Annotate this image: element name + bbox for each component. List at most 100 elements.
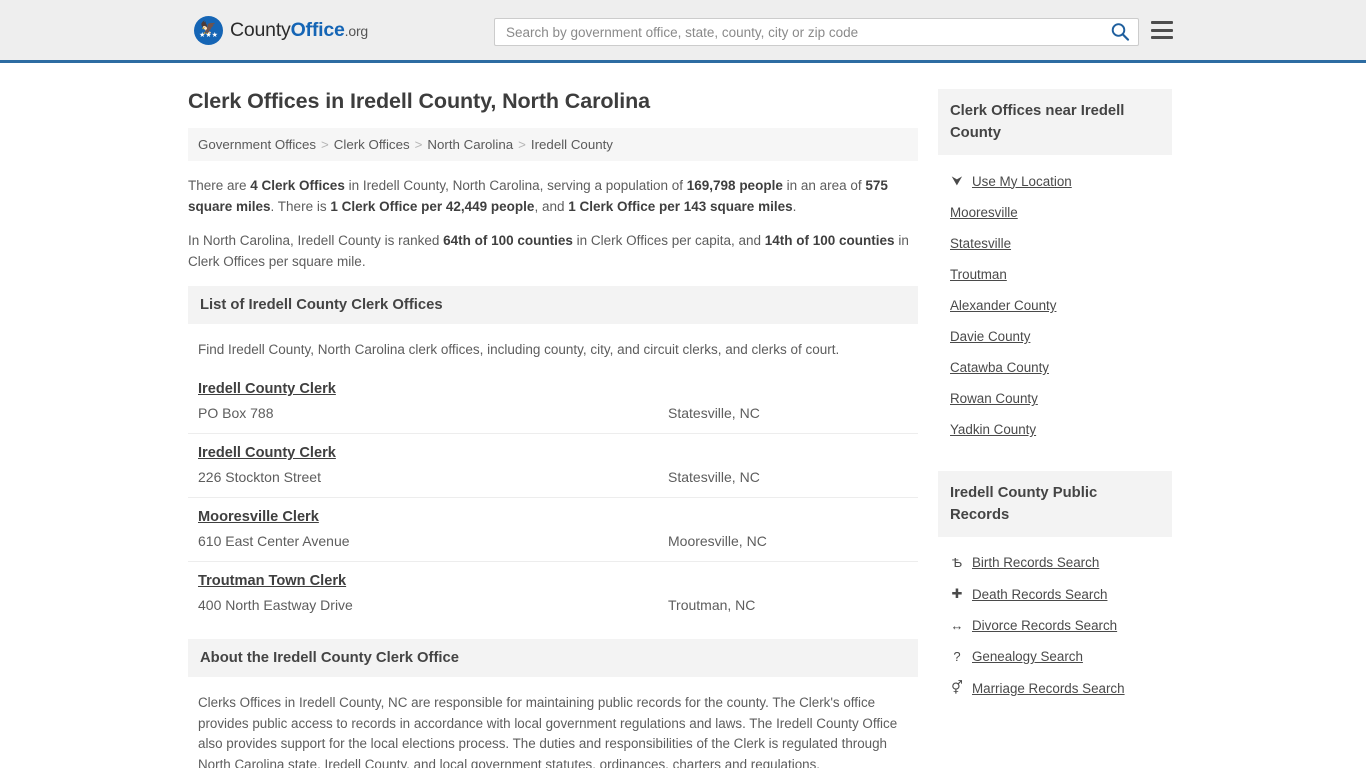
office-city: Troutman, NC bbox=[668, 597, 756, 613]
breadcrumb-separator: > bbox=[518, 137, 526, 152]
search-input[interactable] bbox=[504, 20, 1104, 44]
about-heading: About the Iredell County Clerk Office bbox=[188, 639, 918, 677]
nearby-office-link[interactable]: Alexander County bbox=[950, 298, 1056, 313]
office-list-heading: List of Iredell County Clerk Offices bbox=[188, 286, 918, 324]
intro-highlight: 14th of 100 counties bbox=[764, 233, 895, 248]
breadcrumb-separator: > bbox=[414, 137, 423, 152]
breadcrumb-item[interactable]: Government Offices bbox=[198, 137, 316, 152]
intro-text: . bbox=[792, 199, 797, 214]
office-row: Iredell County Clerk PO Box 788 Statesvill… bbox=[188, 370, 918, 433]
nearby-office-link[interactable]: Statesville bbox=[950, 236, 1011, 251]
breadcrumb-item[interactable]: Clerk Offices bbox=[334, 137, 410, 152]
office-list-panel: List of Iredell County Clerk Offices Fin… bbox=[188, 286, 918, 625]
search-icon[interactable] bbox=[1110, 22, 1130, 42]
baby-icon: Ѣ bbox=[951, 555, 963, 570]
search-container bbox=[494, 18, 1139, 46]
content-container: Clerk Offices in Iredell County, North C… bbox=[188, 63, 1178, 768]
logo-text-org: .org bbox=[344, 22, 369, 39]
breadcrumb-item[interactable]: Iredell County bbox=[531, 137, 613, 152]
office-details: Iredell County Clerk 226 Stockton Street bbox=[198, 444, 668, 485]
intro-highlight: 1 Clerk Office per 143 square miles bbox=[568, 199, 793, 214]
public-record-link[interactable]: Death Records Search bbox=[972, 587, 1107, 602]
nearby-office-item[interactable]: Davie County bbox=[950, 321, 1160, 352]
breadcrumb-separator: > bbox=[321, 137, 329, 152]
sidebar: Clerk Offices near Iredell County ⮟ Use M… bbox=[938, 63, 1172, 768]
intro-paragraph-1: There are 4 Clerk Offices in Iredell Cou… bbox=[188, 175, 918, 217]
page-body: Clerk Offices in Iredell County, North C… bbox=[0, 63, 1366, 768]
nearby-office-link[interactable]: Rowan County bbox=[950, 391, 1038, 406]
public-record-item[interactable]: ⚥ Marriage Records Search bbox=[950, 672, 1160, 704]
public-record-item[interactable]: ? Genealogy Search bbox=[950, 641, 1160, 672]
nearby-office-item[interactable]: Rowan County bbox=[950, 383, 1160, 414]
intro-statistics: There are 4 Clerk Offices in Iredell Cou… bbox=[188, 175, 918, 272]
site-header: 🦅 ★★★ CountyOffice.org bbox=[0, 0, 1366, 63]
nearby-office-link[interactable]: Mooresville bbox=[950, 205, 1018, 220]
office-row: Troutman Town Clerk 400 North Eastway Dri… bbox=[188, 561, 918, 625]
intro-highlight: 4 Clerk Offices bbox=[250, 178, 345, 193]
logo-text-county: County bbox=[230, 18, 291, 41]
nearby-office-link[interactable]: Yadkin County bbox=[950, 422, 1036, 437]
public-records-panel: Iredell County Public Records Ѣ Birth Rec… bbox=[938, 471, 1172, 704]
intro-text: There are bbox=[188, 178, 251, 193]
public-record-link[interactable]: Birth Records Search bbox=[972, 555, 1099, 570]
office-city: Mooresville, NC bbox=[668, 533, 767, 549]
intro-highlight: 169,798 people bbox=[686, 178, 783, 193]
main-column: Clerk Offices in Iredell County, North C… bbox=[188, 63, 918, 768]
nearby-offices-heading: Clerk Offices near Iredell County bbox=[938, 89, 1172, 155]
nearby-offices-links: ⮟ Use My Location Mooresville Statesville Tr… bbox=[938, 155, 1172, 445]
intro-text: , and bbox=[534, 199, 569, 214]
nearby-offices-panel: Clerk Offices near Iredell County ⮟ Use M… bbox=[938, 89, 1172, 445]
cross-icon: ✚ bbox=[951, 586, 963, 601]
search-box[interactable] bbox=[494, 18, 1139, 46]
public-record-item[interactable]: Ѣ Birth Records Search bbox=[950, 547, 1160, 578]
office-city: Statesville, NC bbox=[668, 469, 760, 485]
hamburger-bar bbox=[1151, 36, 1173, 39]
about-body: Clerks Offices in Iredell County, NC are… bbox=[198, 695, 898, 768]
nearby-office-item[interactable]: Catawba County bbox=[950, 352, 1160, 383]
office-name-link[interactable]: Troutman Town Clerk bbox=[198, 573, 346, 589]
eagle-shield-icon: 🦅 ★★★ bbox=[194, 15, 223, 45]
office-list-description: Find Iredell County, North Carolina cler… bbox=[198, 342, 840, 357]
nearby-office-item[interactable]: Mooresville bbox=[950, 197, 1160, 228]
public-records-links: Ѣ Birth Records Search ✚ Death Records Sear… bbox=[938, 537, 1172, 704]
nearby-office-link[interactable]: Davie County bbox=[950, 329, 1030, 344]
office-address: PO Box 788 bbox=[198, 405, 274, 421]
office-row: Mooresville Clerk 610 East Center Avenue M… bbox=[188, 497, 918, 561]
office-details: Troutman Town Clerk 400 North Eastway Dri… bbox=[198, 572, 668, 613]
intro-highlight: 64th of 100 counties bbox=[443, 233, 573, 248]
nearby-office-link[interactable]: Troutman bbox=[950, 267, 1007, 282]
public-record-link[interactable]: Divorce Records Search bbox=[972, 618, 1117, 633]
breadcrumb: Government Offices > Clerk Offices > North C… bbox=[188, 128, 918, 161]
site-logo[interactable]: 🦅 ★★★ CountyOffice.org bbox=[194, 15, 368, 45]
page-title: Clerk Offices in Iredell County, North C… bbox=[188, 89, 651, 113]
intro-highlight: 1 Clerk Office per 42,449 people bbox=[330, 199, 535, 214]
left-right-arrow-icon: ↔ bbox=[950, 618, 964, 633]
public-record-item[interactable]: ↔ Divorce Records Search bbox=[950, 610, 1160, 641]
public-record-item[interactable]: ✚ Death Records Search bbox=[950, 578, 1160, 610]
intro-text: in Clerk Offices per capita, and bbox=[572, 233, 765, 248]
office-name-link[interactable]: Mooresville Clerk bbox=[198, 509, 319, 525]
office-address: 610 East Center Avenue bbox=[198, 533, 350, 549]
nearby-office-item[interactable]: Troutman bbox=[950, 259, 1160, 290]
hamburger-bar bbox=[1151, 21, 1173, 24]
office-details: Iredell County Clerk PO Box 788 bbox=[198, 380, 668, 421]
breadcrumb-item[interactable]: North Carolina bbox=[427, 137, 513, 152]
question-mark-icon: ? bbox=[953, 649, 961, 664]
public-record-link[interactable]: Marriage Records Search bbox=[972, 681, 1125, 696]
map-pin-icon: ⮟ bbox=[951, 173, 963, 188]
logo-text: CountyOffice.org bbox=[230, 19, 368, 42]
intro-text: . There is bbox=[270, 199, 331, 214]
hamburger-menu-icon[interactable] bbox=[1151, 21, 1173, 39]
nearby-office-item[interactable]: Yadkin County bbox=[950, 414, 1160, 445]
public-records-heading: Iredell County Public Records bbox=[938, 471, 1172, 537]
nearby-office-item[interactable]: ⮟ Use My Location bbox=[950, 165, 1160, 197]
nearby-office-link[interactable]: Catawba County bbox=[950, 360, 1049, 375]
office-name-link[interactable]: Iredell County Clerk bbox=[198, 445, 336, 461]
nearby-office-item[interactable]: Statesville bbox=[950, 228, 1160, 259]
logo-text-office: Office bbox=[290, 18, 345, 41]
public-record-link[interactable]: Genealogy Search bbox=[972, 649, 1083, 664]
office-list: Iredell County Clerk PO Box 788 Statesvill… bbox=[188, 370, 918, 625]
nearby-office-link[interactable]: Use My Location bbox=[972, 174, 1072, 189]
office-name-link[interactable]: Iredell County Clerk bbox=[198, 381, 336, 397]
nearby-office-item[interactable]: Alexander County bbox=[950, 290, 1160, 321]
